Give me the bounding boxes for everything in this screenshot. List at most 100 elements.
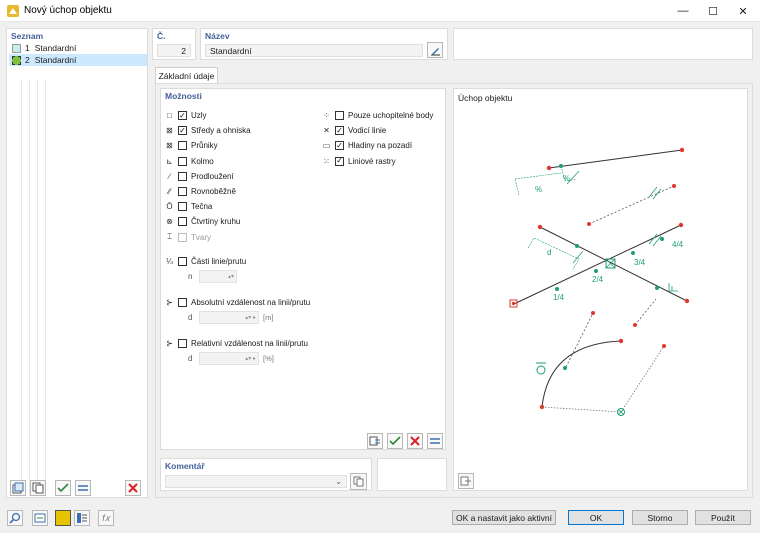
right-option-1[interactable]: ✕ ✓ Vodicí linie <box>321 124 445 137</box>
absolute-distance-option[interactable]: ⊱ Absolutní vzdálenost na linii/prutu <box>164 296 310 309</box>
color-swatch <box>12 43 21 53</box>
name-field[interactable]: Standardní <box>205 44 423 57</box>
option-checkbox[interactable] <box>178 202 187 212</box>
option-checkbox[interactable] <box>178 156 187 166</box>
ok-and-set-active-button[interactable]: OK a nastavit jako aktivní <box>452 510 556 525</box>
cancel-button[interactable]: Storno <box>632 510 688 525</box>
option-icon: ∕∕ <box>168 186 171 196</box>
preview-options-button[interactable] <box>458 473 474 489</box>
option-checkbox[interactable] <box>178 141 187 151</box>
option-checkbox[interactable] <box>178 186 187 196</box>
uncheck-all-icon <box>410 436 420 446</box>
list-item-2[interactable]: 2 Standardní <box>9 54 147 66</box>
option-icon: ⊾ <box>166 156 173 166</box>
option-checkbox[interactable]: ✓ <box>178 126 187 136</box>
option-icon: ⊗ <box>166 217 173 227</box>
uncheck-all-button[interactable] <box>75 480 91 496</box>
option-checkbox[interactable] <box>335 111 344 120</box>
options-uncheck-all-button[interactable] <box>407 433 423 449</box>
relative-distance-option[interactable]: ⊱ Relativní vzdálenost na linii/prutu <box>164 337 308 350</box>
option-checkbox[interactable] <box>178 217 187 227</box>
color-button[interactable] <box>55 510 71 526</box>
option-label: Rovnoběžně <box>191 186 236 196</box>
parts-checkbox[interactable] <box>178 257 187 266</box>
search-button[interactable] <box>7 510 23 526</box>
absolute-d-spinner[interactable]: ▴▾ ▸ <box>199 311 259 324</box>
parts-icon: ¼ <box>166 257 173 266</box>
option-checkbox[interactable] <box>178 171 187 181</box>
delete-item-button[interactable] <box>125 480 141 496</box>
left-option-3[interactable]: ⊾ Kolmo <box>164 155 314 168</box>
maximize-button[interactable]: ☐ <box>698 0 728 22</box>
properties-icon <box>77 513 87 523</box>
check-all-button[interactable] <box>55 480 71 496</box>
right-option-2[interactable]: ▭ ✓ Hladiny na pozadí <box>321 139 445 152</box>
left-option-0[interactable]: □ ✓ Uzly <box>164 109 314 122</box>
tree-guide <box>21 79 22 499</box>
minimize-button[interactable]: — <box>668 0 698 22</box>
copy-icon <box>32 482 44 494</box>
absolute-distance-checkbox[interactable] <box>178 298 187 307</box>
options-check-all-button[interactable] <box>387 433 403 449</box>
option-checkbox[interactable]: ✓ <box>335 156 344 166</box>
relative-distance-checkbox[interactable] <box>178 339 187 348</box>
right-option-3[interactable]: ⁙ ✓ Liniové rastry <box>321 155 445 168</box>
left-option-5[interactable]: ∕∕ Rovnoběžně <box>164 185 314 198</box>
preview-settings-icon <box>460 476 471 486</box>
absolute-distance-label: Absolutní vzdálenost na linii/prutu <box>191 298 311 307</box>
chevron-down-icon[interactable]: ⌄ <box>335 477 342 486</box>
invert-selection-icon <box>430 438 440 444</box>
options-default-button[interactable] <box>367 433 383 449</box>
parts-option[interactable]: ¼ Části linie/prutu <box>164 255 246 268</box>
option-label: Hladiny na pozadí <box>348 141 413 151</box>
left-option-2[interactable]: ⊠ Průniky <box>164 139 314 152</box>
list-panel: Seznam 1 Standardní 2 Standardní <box>6 28 148 499</box>
parts-n-label: n <box>188 272 193 281</box>
left-option-6[interactable]: Ō Tečna <box>164 200 314 213</box>
option-checkbox[interactable]: ✓ <box>335 126 344 136</box>
absolute-distance-icon: ⊱ <box>166 298 173 307</box>
ok-button[interactable]: OK <box>568 510 624 525</box>
app-icon <box>6 4 20 18</box>
option-label: Tečna <box>191 202 213 212</box>
apply-button[interactable]: Použít <box>695 510 751 525</box>
relative-d-spinner[interactable]: ▴▾ ▸ <box>199 352 259 365</box>
comment-library-button[interactable] <box>350 473 367 490</box>
percent-label-a: % <box>535 185 542 194</box>
option-checkbox[interactable]: ✓ <box>178 111 187 120</box>
copy-item-button[interactable] <box>30 480 46 496</box>
option-label: Průniky <box>191 141 218 151</box>
option-label: Uzly <box>191 111 207 120</box>
option-checkbox[interactable]: ✓ <box>335 141 344 151</box>
list-item-1[interactable]: 1 Standardní <box>9 42 147 54</box>
quarter-label-14: 1/4 <box>553 293 565 302</box>
close-window-button[interactable]: ✕ <box>728 0 758 22</box>
option-icon: ▭ <box>322 141 331 151</box>
new-item-icon <box>12 482 24 494</box>
preview-panel: Úchop objektu % % d 1/4 2/4 3/4 4/4 <box>453 88 748 491</box>
edit-name-button[interactable] <box>427 42 443 58</box>
option-icon: ∕ <box>168 171 171 181</box>
display-properties-button[interactable] <box>74 510 90 526</box>
options-invert-button[interactable] <box>427 433 443 449</box>
option-label: Středy a ohniska <box>191 126 251 136</box>
left-option-1[interactable]: ⊠ ✓ Středy a ohniska <box>164 124 314 137</box>
list-title: Seznam <box>11 31 44 41</box>
right-option-0[interactable]: ⁘ Pouze uchopitelné body <box>321 109 445 122</box>
info-panel <box>453 28 753 60</box>
diagonal-line-a <box>539 226 688 302</box>
comment-panel: Komentář ⌄ <box>160 458 372 491</box>
formula-button[interactable]: f𝑥 <box>98 510 114 526</box>
parts-n-spinner[interactable]: ▴▾ <box>199 270 237 283</box>
units-button[interactable] <box>32 510 48 526</box>
relative-d-label: d <box>188 354 193 363</box>
tab-basic-data[interactable]: Základní údaje <box>155 67 218 84</box>
window-title: Nový úchop objektu <box>24 5 112 16</box>
number-field[interactable]: 2 <box>157 44 191 57</box>
left-option-7[interactable]: ⊗ Čtvrtiny kruhu <box>164 215 314 228</box>
new-item-button[interactable] <box>10 480 26 496</box>
comment-field[interactable]: ⌄ <box>165 475 347 488</box>
list-item-label: Standardní <box>34 55 77 65</box>
option-icon: ⌶ <box>167 232 172 241</box>
left-option-4[interactable]: ∕ Prodloužení <box>164 170 314 183</box>
